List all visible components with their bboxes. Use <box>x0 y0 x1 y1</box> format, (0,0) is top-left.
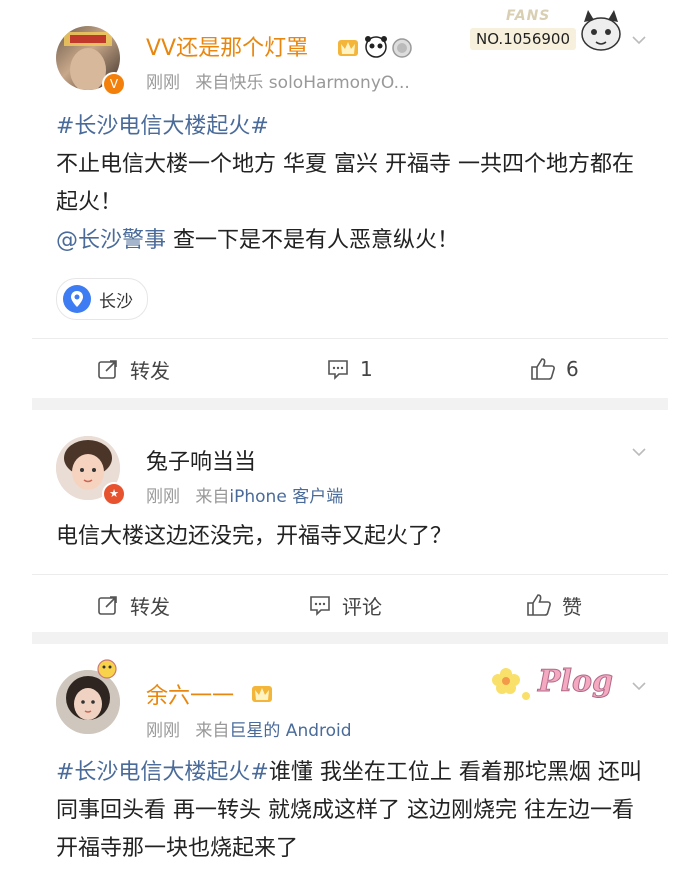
post-time: 刚刚 <box>146 721 180 741</box>
fans-label: FANS <box>506 8 551 24</box>
user-badges <box>336 34 416 64</box>
thumbs-up-icon <box>531 358 555 380</box>
comment-button[interactable]: 评论 <box>308 575 382 635</box>
post-body: #长沙电信大楼起火#谁懂 我坐在工位上 看着那坨黑烟 还叫同事回头看 再一转头 … <box>56 754 646 868</box>
cat-sticker-icon <box>581 10 621 51</box>
fans-number-box: NO.1056900 <box>470 28 576 50</box>
repost-button[interactable]: 转发 <box>96 339 170 399</box>
action-bar: 转发 评论 赞 <box>32 574 668 635</box>
username[interactable]: 兔子响当当 <box>146 444 256 476</box>
repost-label: 转发 <box>130 358 170 383</box>
verified-badge: ★ <box>102 482 126 506</box>
repost-button[interactable]: 转发 <box>96 575 170 635</box>
post-source[interactable]: 快乐 soloHarmonyO... <box>229 73 409 93</box>
repost-icon <box>98 360 117 379</box>
panda-icon <box>365 36 387 58</box>
hashtag-link[interactable]: #长沙电信大楼起火# <box>56 760 269 785</box>
post-time: 刚刚 <box>146 487 180 507</box>
like-label: 赞 <box>562 594 582 619</box>
verified-badge: V <box>102 72 126 96</box>
post-card-1: V VV还是那个灯罩 刚刚 来自快乐 soloHarmonyO... FANS … <box>0 0 693 398</box>
username[interactable]: VV还是那个灯罩 <box>146 30 308 62</box>
like-button[interactable]: 6 <box>530 339 579 399</box>
like-count: 6 <box>566 357 579 381</box>
post-separator <box>32 632 668 644</box>
post-card-2: ★ 兔子响当当 刚刚 来自iPhone 客户端 电信大楼这边还没完，开福寺又起火… <box>0 410 693 632</box>
from-label: 来自 <box>195 721 230 741</box>
action-bar: 转发 1 6 <box>32 338 668 399</box>
fans-badge: FANS NO.1056900 <box>462 8 632 54</box>
post-meta: 刚刚 来自巨星的 Android <box>146 716 352 741</box>
repost-label: 转发 <box>130 594 170 619</box>
post-source-suffix: 的 Android <box>263 721 352 741</box>
post-source[interactable]: iPhone 客户端 <box>229 487 343 507</box>
comment-icon <box>328 360 348 380</box>
post-time: 刚刚 <box>146 73 180 93</box>
from-label: 来自 <box>195 487 230 507</box>
chevron-down-icon[interactable] <box>631 444 647 460</box>
post-text: 不止电信大楼一个地方 华夏 富兴 开福寺 一共四个地方都在起火！ <box>56 152 634 215</box>
post-body: #长沙电信大楼起火# 不止电信大楼一个地方 华夏 富兴 开福寺 一共四个地方都在… <box>56 108 646 260</box>
comment-label: 评论 <box>342 594 382 619</box>
comment-count: 1 <box>360 357 373 381</box>
comment-button[interactable]: 1 <box>326 339 373 399</box>
flower-icon <box>492 668 530 700</box>
thumbs-up-icon <box>527 594 551 616</box>
post-separator <box>32 398 668 410</box>
post-source[interactable]: 巨星 <box>229 721 263 741</box>
comment-icon <box>310 596 330 616</box>
like-button[interactable]: 赞 <box>526 575 582 635</box>
post-meta: 刚刚 来自iPhone 客户端 <box>146 482 343 507</box>
post-meta: 刚刚 来自快乐 soloHarmonyO... <box>146 68 410 93</box>
avatar-decoration-icon <box>97 659 117 679</box>
post-text: 电信大楼这边还没完，开福寺又起火了？ <box>56 524 453 549</box>
repost-icon <box>98 596 117 615</box>
hashtag-link[interactable]: #长沙电信大楼起火# <box>56 108 646 146</box>
post-body: 电信大楼这边还没完，开福寺又起火了？ <box>56 518 646 556</box>
username[interactable]: 余六一一 <box>146 678 234 710</box>
location-tag[interactable]: 长沙 <box>56 278 148 320</box>
location-pin-icon <box>63 285 91 313</box>
chevron-down-icon[interactable] <box>631 678 647 694</box>
post-card-3: 余六一一 刚刚 来自巨星的 Android Plog #长沙电信大楼起火#谁懂 … <box>0 644 693 879</box>
plog-sticker: Plog <box>488 658 618 712</box>
sticker-text: Plog <box>538 664 614 700</box>
mention-link[interactable]: @长沙警事 <box>56 228 166 253</box>
crown-badge-icon <box>252 686 272 702</box>
crown-badge-icon <box>338 40 358 56</box>
medal-icon <box>392 38 412 58</box>
fans-number: NO.1056900 <box>476 30 570 48</box>
chevron-down-icon[interactable] <box>631 32 647 48</box>
post-text-2: 查一下是不是有人恶意纵火！ <box>166 228 460 253</box>
location-label: 长沙 <box>99 291 133 312</box>
from-label: 来自 <box>195 73 230 93</box>
